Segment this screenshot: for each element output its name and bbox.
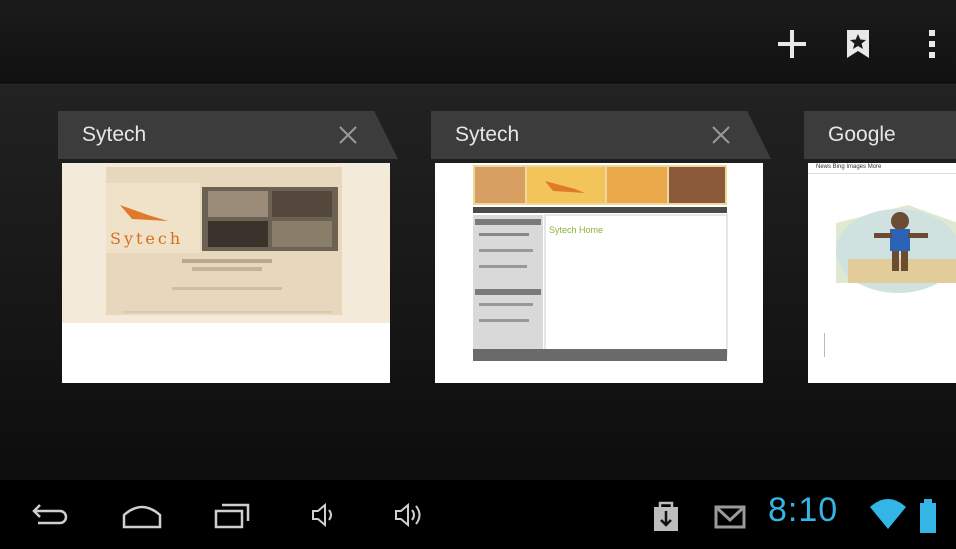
tab-card[interactable]: Sytech Sytech — [58, 111, 398, 387]
page-thumbnail: News Bing Images More — [808, 163, 956, 383]
tab-title: Sytech — [82, 123, 147, 146]
volume-up-icon — [395, 502, 421, 528]
page-thumbnail: Sytech Home — [435, 163, 763, 383]
bookmark-icon — [847, 30, 869, 58]
overflow-menu-icon — [929, 30, 935, 58]
download-notification[interactable] — [650, 495, 682, 535]
new-tab-button[interactable] — [770, 22, 814, 66]
plus-icon — [778, 30, 806, 58]
battery-indicator — [918, 499, 938, 539]
volume-up-button[interactable] — [390, 495, 430, 535]
sytech-page-preview — [435, 163, 763, 383]
back-button[interactable] — [30, 495, 74, 535]
overflow-menu-button[interactable] — [910, 22, 954, 66]
tab-title: Sytech — [455, 123, 520, 146]
page-thumbnail: Sytech — [62, 163, 390, 383]
sytech-page-heading: Sytech Home — [549, 225, 604, 235]
tab-card[interactable]: Google News Bing Images More — [804, 111, 956, 387]
home-button[interactable] — [118, 495, 166, 535]
back-icon — [32, 504, 68, 525]
download-bag-icon — [654, 501, 678, 531]
wifi-indicator — [868, 497, 908, 537]
bookmarks-button[interactable] — [836, 22, 880, 66]
battery-icon — [920, 499, 936, 533]
google-top-links: News Bing Images More — [816, 164, 882, 170]
gmail-notification[interactable] — [712, 495, 748, 535]
volume-down-button[interactable] — [305, 495, 341, 535]
tab-title: Google — [828, 123, 896, 146]
action-bar — [0, 0, 956, 85]
volume-down-icon — [312, 502, 332, 528]
system-bar: 8:10 — [0, 481, 956, 549]
wifi-icon — [870, 499, 906, 529]
tab-card[interactable]: Sytech Sytech Home — [431, 111, 771, 387]
recent-apps-icon — [214, 503, 250, 529]
recent-apps-button[interactable] — [210, 495, 254, 535]
close-icon[interactable] — [334, 121, 362, 149]
tab-switcher: Sytech Sytech Sytech Sytech Home Google … — [0, 85, 956, 480]
home-icon — [122, 505, 162, 529]
google-page-preview — [808, 163, 956, 383]
gmail-icon — [714, 505, 746, 529]
clock: 8:10 — [768, 491, 839, 529]
close-icon[interactable] — [707, 121, 735, 149]
sytech-page-preview — [62, 163, 390, 323]
sytech-logo-text: Sytech — [110, 229, 184, 248]
